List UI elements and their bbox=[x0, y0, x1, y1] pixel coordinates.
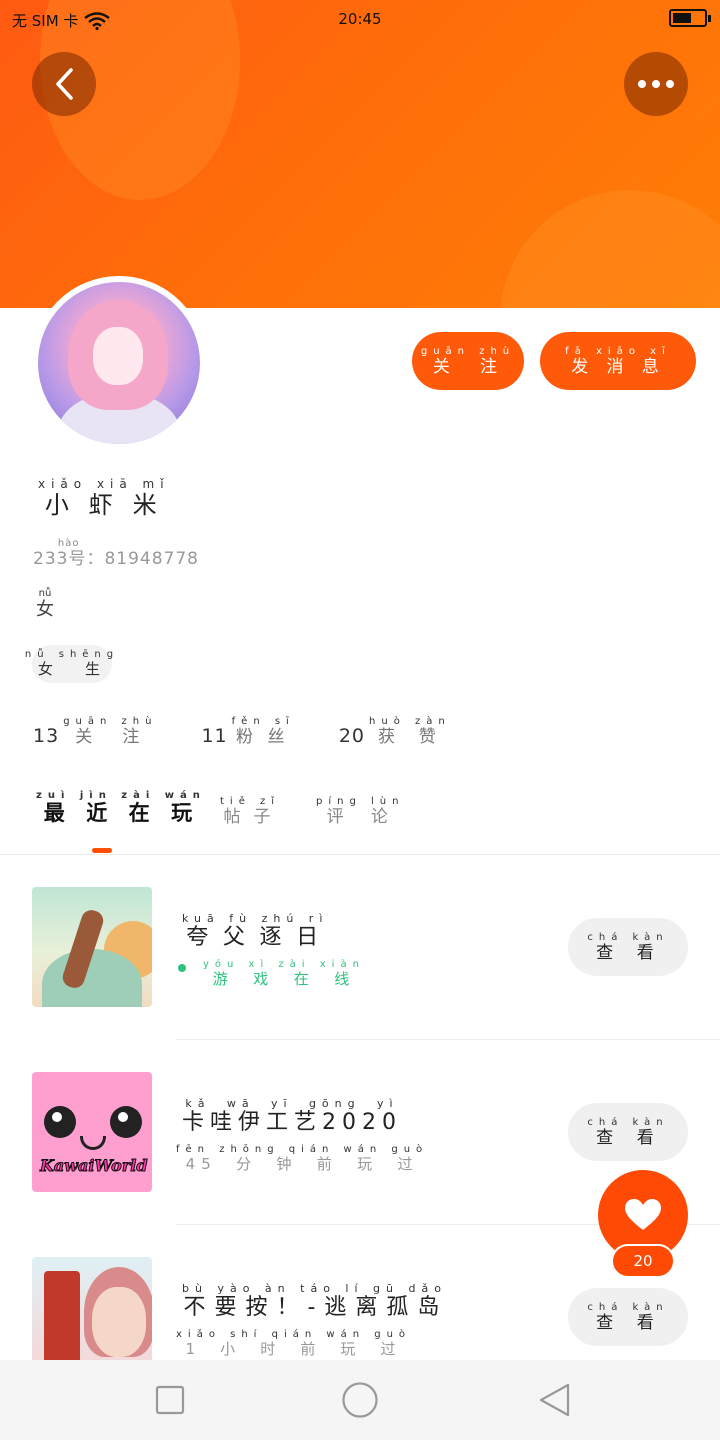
user-id-prefix: 233号： bbox=[33, 549, 105, 569]
more-dots-icon bbox=[638, 80, 674, 88]
stat-likes[interactable]: 20 获赞huò zàn bbox=[339, 716, 451, 747]
home-button[interactable] bbox=[340, 1380, 380, 1420]
follow-button[interactable]: 关注guān zhù bbox=[412, 332, 524, 390]
game-title: 卡哇伊工艺2020kǎ wā yī gōng yì bbox=[182, 1097, 402, 1135]
game-logo-text: KawaiWorld bbox=[40, 1156, 149, 1176]
gender-label: 女nǚ bbox=[36, 588, 54, 620]
stat-following[interactable]: 13 关注guān zhù bbox=[33, 716, 157, 747]
status-bar: 无 SIM 卡 20:45 bbox=[0, 0, 720, 38]
fans-count: 11 bbox=[201, 725, 228, 747]
triangle-back-icon bbox=[539, 1383, 570, 1417]
active-tab-indicator bbox=[92, 848, 112, 853]
game-title: 不要按！-逃离孤岛bù yào àn táo lí gū dǎo bbox=[182, 1282, 447, 1320]
square-icon bbox=[155, 1385, 185, 1415]
banner-decoration bbox=[500, 190, 720, 308]
chevron-left-icon bbox=[56, 68, 73, 100]
user-id-number: 81948778 bbox=[104, 549, 199, 569]
profile-name: 小虾米xiǎo xiā mǐ bbox=[38, 477, 170, 519]
tab-recently-played[interactable]: 最近在玩zuì jìn zài wán bbox=[36, 790, 220, 827]
following-count: 13 bbox=[33, 725, 60, 747]
heart-icon bbox=[625, 1199, 661, 1230]
following-label: 关注guān zhù bbox=[63, 716, 158, 747]
likes-count: 20 bbox=[338, 725, 366, 747]
profile-stats: 13 关注guān zhù 11 粉丝fěn sī 20 获赞huò zàn bbox=[33, 716, 451, 747]
list-item[interactable]: 夸父逐日kuā fù zhú rì 游戏在线yóu xì zài xiàn 查看… bbox=[0, 887, 720, 1027]
stat-fans[interactable]: 11 粉丝fěn sī bbox=[201, 716, 294, 747]
back-button[interactable] bbox=[32, 52, 96, 116]
send-message-button[interactable]: 发消息fā xiāo xī bbox=[540, 332, 696, 390]
profile-header-banner: 无 SIM 卡 20:45 bbox=[0, 0, 720, 308]
game-status: 游戏在线yóu xì zài xiàn bbox=[203, 959, 365, 988]
game-last-played: 1小时前玩过xiǎo shí qián wán guò bbox=[176, 1329, 412, 1358]
circle-icon bbox=[342, 1382, 378, 1418]
game-last-played: 45分钟前玩过fēn zhōng qián wán guò bbox=[176, 1144, 429, 1173]
system-navigation-bar bbox=[0, 1360, 720, 1440]
battery-icon bbox=[669, 9, 711, 27]
game-thumbnail: KawaiWorld bbox=[32, 1072, 152, 1192]
send-message-button-label: 发消息fā xiāo xī bbox=[565, 345, 671, 377]
follow-button-label: 关注guān zhù bbox=[420, 345, 516, 377]
like-count-badge: 20 bbox=[611, 1244, 675, 1278]
game-title: 夸父逐日kuā fù zhú rì bbox=[182, 912, 329, 950]
view-button[interactable]: 查看chá kàn bbox=[568, 1288, 688, 1346]
view-button[interactable]: 查看chá kàn bbox=[568, 918, 688, 976]
back-nav-button[interactable] bbox=[534, 1380, 574, 1420]
likes-label: 获赞huò zàn bbox=[369, 716, 451, 747]
online-indicator-icon bbox=[178, 964, 186, 972]
tab-posts[interactable]: 帖子tiě zǐ bbox=[220, 796, 316, 827]
game-thumbnail bbox=[32, 887, 152, 1007]
divider bbox=[176, 1039, 720, 1040]
tab-comments[interactable]: 评论píng lùn bbox=[316, 796, 404, 827]
fans-label: 粉丝fěn sī bbox=[231, 716, 295, 747]
recent-apps-button[interactable] bbox=[150, 1380, 190, 1420]
game-thumbnail bbox=[32, 1257, 152, 1377]
profile-tabs: 最近在玩zuì jìn zài wán 帖子tiě zǐ 评论píng lùn bbox=[36, 790, 404, 827]
clock: 20:45 bbox=[338, 10, 382, 28]
profile-tag: 女生nǚ shēng bbox=[25, 645, 113, 683]
divider bbox=[0, 854, 720, 855]
view-button[interactable]: 查看chá kàn bbox=[568, 1103, 688, 1161]
avatar-image bbox=[38, 282, 200, 444]
user-id: 233号：hào81948778 bbox=[33, 538, 199, 569]
more-options-button[interactable] bbox=[624, 52, 688, 116]
avatar[interactable] bbox=[32, 276, 206, 450]
